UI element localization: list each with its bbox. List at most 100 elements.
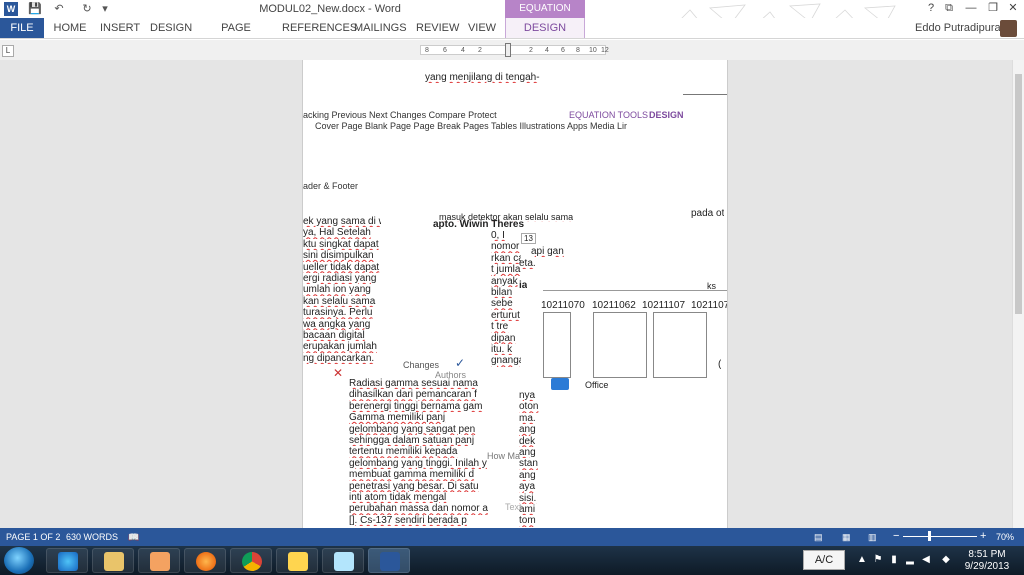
- folder-icon: [104, 552, 124, 571]
- indent-marker[interactable]: [505, 43, 511, 57]
- text-line: ma.: [519, 412, 536, 424]
- clock-date: 9/29/2013: [964, 561, 1010, 572]
- volume-icon[interactable]: ◀: [920, 554, 932, 566]
- text-line: turasinya. Perlu: [303, 307, 373, 319]
- tab-design[interactable]: DESIGN: [150, 18, 192, 38]
- tab-page-layout[interactable]: PAGE LAYOUT: [203, 18, 269, 54]
- text-line: oton: [519, 401, 539, 413]
- avatar[interactable]: [1000, 20, 1017, 37]
- scrollbar-thumb[interactable]: [1015, 74, 1022, 314]
- text-line: ang: [519, 424, 536, 436]
- thumbnail-box[interactable]: [653, 312, 707, 378]
- text-line: dipan: [491, 332, 516, 344]
- games-icon: [288, 552, 308, 571]
- show-hidden-icons[interactable]: ▲: [856, 554, 868, 566]
- tab-selector-button[interactable]: L: [2, 45, 14, 57]
- tab-file[interactable]: FILE: [0, 18, 44, 38]
- ghost-header-footer: ader & Footer: [303, 181, 359, 191]
- text-line: t tre: [491, 321, 509, 333]
- page-count[interactable]: PAGE 1 OF 2: [6, 532, 60, 542]
- restore-icon[interactable]: ❐: [984, 1, 1002, 15]
- taskbar-notepad[interactable]: [322, 548, 364, 573]
- table-cell: 1021107: [691, 300, 728, 311]
- text-line: ergi radiasi yang: [303, 273, 377, 285]
- zoom-level[interactable]: 70%: [996, 532, 1014, 542]
- text-line: penetrasi yang besar. Di satu: [349, 480, 479, 492]
- taskbar-chrome[interactable]: [230, 548, 272, 573]
- text-line: bilan: [491, 287, 513, 299]
- battery-icon[interactable]: ▮: [888, 554, 900, 566]
- taskbar-firefox[interactable]: [184, 548, 226, 573]
- zoom-out-button[interactable]: −: [893, 530, 899, 542]
- clock[interactable]: 8:51 PM 9/29/2013: [962, 549, 1012, 573]
- input-indicator[interactable]: A/C: [803, 550, 845, 570]
- text-line: gnanga: [491, 355, 521, 367]
- taskbar-word[interactable]: [368, 548, 410, 573]
- word-count[interactable]: 630 WORDS: [66, 532, 118, 542]
- tab-view[interactable]: VIEW: [466, 18, 498, 38]
- doc-fragment: ia: [519, 280, 528, 291]
- zoom-in-button[interactable]: +: [980, 530, 986, 542]
- web-layout-icon[interactable]: ▥: [868, 532, 877, 543]
- divider: [543, 290, 727, 291]
- thumbnail-box[interactable]: [543, 312, 571, 378]
- text-line: t jumla: [491, 264, 521, 276]
- text-line: sini disimpulkan: [303, 250, 374, 262]
- minimize-icon[interactable]: —: [962, 1, 980, 15]
- tab-insert[interactable]: INSERT: [100, 18, 140, 38]
- tab-equation-design[interactable]: DESIGN: [505, 18, 585, 38]
- proofing-icon[interactable]: 📖: [128, 532, 139, 543]
- user-name[interactable]: Eddo Putradipura: [915, 22, 1001, 34]
- zoom-slider-thumb[interactable]: [928, 531, 931, 541]
- taskbar-games[interactable]: [276, 548, 318, 573]
- flag-icon[interactable]: ⚑: [872, 554, 884, 566]
- text-line: tom: [519, 515, 536, 527]
- text-line: ng dipancarkan.: [303, 352, 375, 364]
- ruler-number: 4: [545, 47, 549, 54]
- text-line: kan selalu sama: [303, 295, 376, 307]
- horizontal-ruler[interactable]: 8 6 4 2 2 4 6 8 10 12: [420, 43, 609, 57]
- table-cell: 10211070: [541, 300, 585, 311]
- tab-review[interactable]: REVIEW: [416, 18, 459, 38]
- taskbar-ie[interactable]: [46, 548, 88, 573]
- text-line: ang: [519, 469, 536, 481]
- start-button[interactable]: [4, 547, 34, 574]
- text-line: Radiasi gamma sesuai nama: [349, 378, 478, 389]
- text-line: gelombang yang sangat pen: [349, 423, 476, 435]
- close-icon[interactable]: ✕: [1004, 1, 1022, 15]
- notepad-icon: [334, 552, 354, 571]
- tab-mailings[interactable]: MAILINGS: [354, 18, 407, 38]
- app-tray-icon[interactable]: ◆: [940, 554, 952, 566]
- text-line: sisi.: [519, 492, 537, 504]
- word-app-icon[interactable]: W: [4, 2, 18, 16]
- text-line: nya: [519, 390, 536, 401]
- tab-references[interactable]: REFERENCES: [282, 18, 357, 38]
- ruler-number: 6: [561, 47, 565, 54]
- taskbar-explorer[interactable]: [92, 548, 134, 573]
- thumbnail-box[interactable]: [593, 312, 647, 378]
- accept-icon: ✓: [455, 356, 466, 370]
- text-line: wa angka yang: [303, 318, 371, 330]
- help-icon[interactable]: ?: [922, 1, 940, 15]
- tab-home[interactable]: HOME: [52, 18, 88, 38]
- text-line: 0, I: [491, 230, 505, 241]
- read-mode-icon[interactable]: ▤: [814, 532, 823, 543]
- vertical-scrollbar[interactable]: [1012, 60, 1024, 528]
- text-line: sebe: [491, 298, 513, 310]
- table-cell: 10211107: [642, 300, 686, 311]
- text-line: umlah ion yang: [303, 284, 371, 296]
- taskbar-media[interactable]: [138, 548, 180, 573]
- text-line: sehingga dalam satuan panj: [349, 435, 475, 447]
- text-line: tertentu memiliki kepada: [349, 446, 458, 458]
- network-icon[interactable]: ▂: [904, 554, 916, 566]
- ruler-number: 6: [443, 47, 447, 54]
- zoom-slider[interactable]: [903, 536, 977, 537]
- title-bar: W 💾 ↶ ↻ ▾ MODUL02_New.docx - Word EQUATI…: [0, 0, 1024, 33]
- document-page[interactable]: yang menjilang di tengah- acking Previou…: [302, 60, 728, 528]
- text-line: ktu singkat dapat: [303, 238, 379, 250]
- ribbon-display-icon[interactable]: ⧉: [940, 1, 958, 15]
- ruler-number: 8: [576, 47, 580, 54]
- main-paragraph: Radiasi gamma sesuai nama dihasilkan dar…: [349, 378, 489, 526]
- print-layout-icon[interactable]: ▦: [842, 532, 851, 543]
- ruler-number: 2: [529, 47, 533, 54]
